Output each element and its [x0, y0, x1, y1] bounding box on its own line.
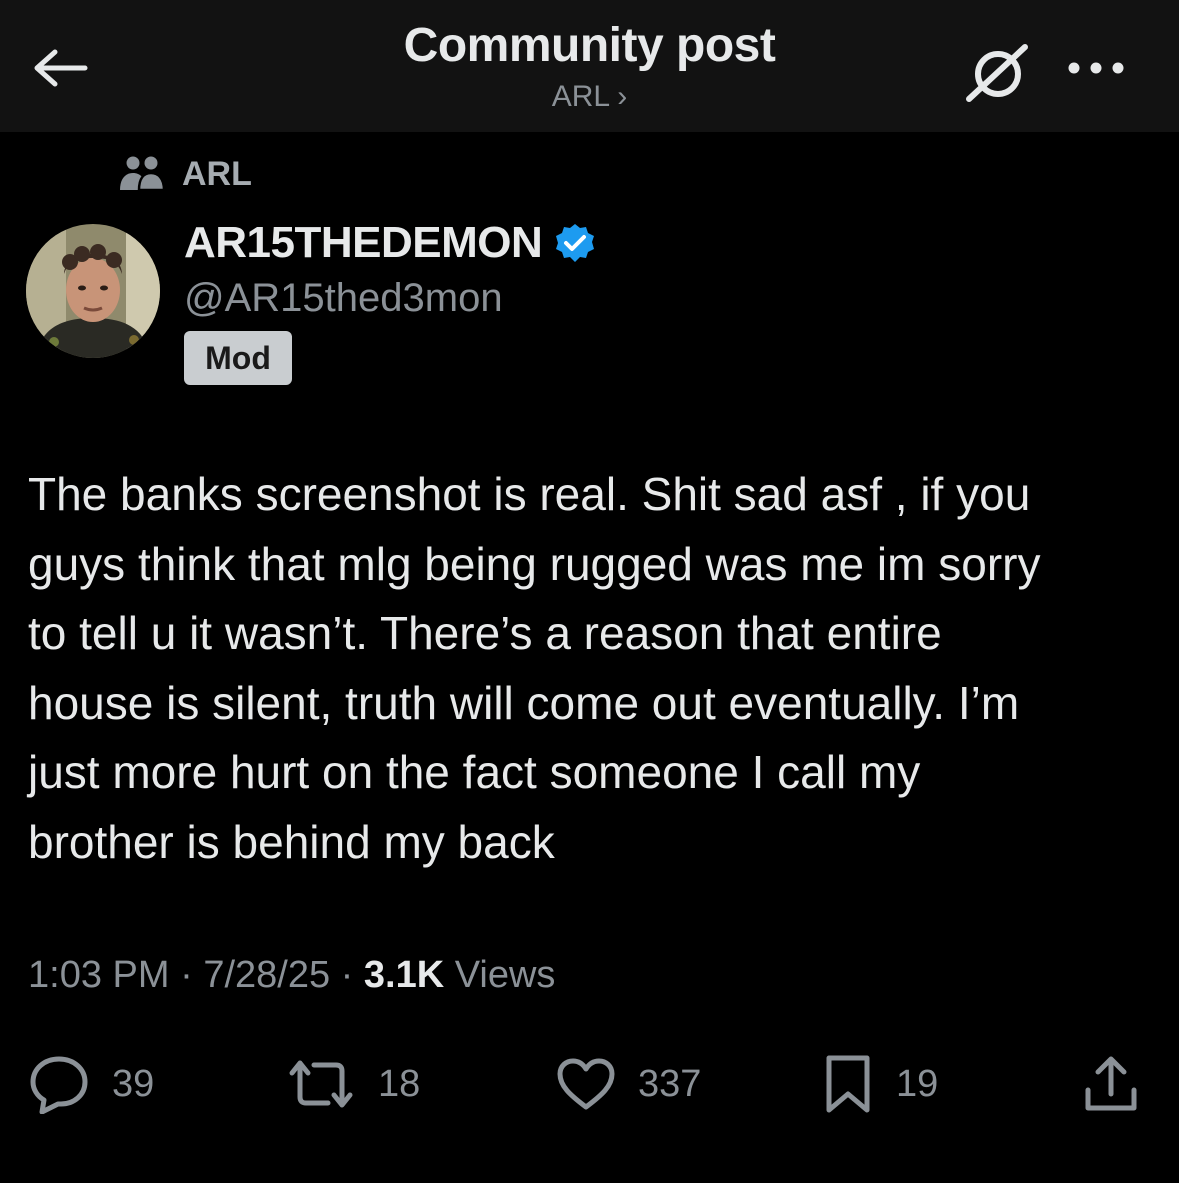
avatar-image [26, 224, 160, 358]
like-button[interactable]: 337 [556, 1052, 701, 1116]
people-icon [120, 156, 166, 192]
mod-badge: Mod [184, 331, 292, 385]
speech-bubble-icon [28, 1054, 90, 1114]
bookmark-button[interactable]: 19 [822, 1052, 938, 1116]
share-upload-icon [1082, 1054, 1140, 1114]
avatar[interactable] [26, 224, 160, 358]
grok-button[interactable] [962, 36, 1034, 108]
repost-count: 18 [378, 1062, 421, 1105]
reply-button[interactable]: 39 [28, 1052, 154, 1116]
community-context[interactable]: ARL [118, 154, 252, 194]
community-name: ARL [182, 154, 252, 193]
author-handle[interactable]: @AR15thed3mon [184, 276, 503, 321]
bookmark-icon [822, 1054, 874, 1114]
display-name: AR15THEDEMON [184, 218, 543, 267]
post-text: The banks screenshot is real. Shit sad a… [28, 468, 1041, 868]
heart-icon [556, 1057, 616, 1111]
views-label: Views [444, 954, 556, 996]
bookmark-count: 19 [896, 1062, 939, 1105]
post-meta: 1:03 PM · 7/28/25 · 3.1K Views [28, 954, 555, 997]
post-time: 1:03 PM [28, 954, 170, 996]
repost-arrows-icon [286, 1059, 356, 1109]
repost-button[interactable]: 18 [286, 1052, 420, 1116]
meta-separator: · [169, 954, 204, 996]
grok-icon [966, 44, 1028, 102]
author-name-row[interactable]: AR15THEDEMON [184, 218, 596, 268]
views-count[interactable]: 3.1K [364, 954, 444, 997]
top-app-bar: Community post ARL › [0, 0, 1179, 132]
ellipsis-icon [1068, 62, 1124, 74]
post-date: 7/28/25 [203, 954, 331, 996]
meta-separator: · [330, 954, 364, 996]
reply-count: 39 [112, 1062, 155, 1105]
more-options-button[interactable] [1060, 40, 1132, 96]
verified-badge-icon [556, 224, 595, 262]
share-button[interactable] [1082, 1052, 1140, 1116]
like-count: 337 [638, 1062, 702, 1105]
